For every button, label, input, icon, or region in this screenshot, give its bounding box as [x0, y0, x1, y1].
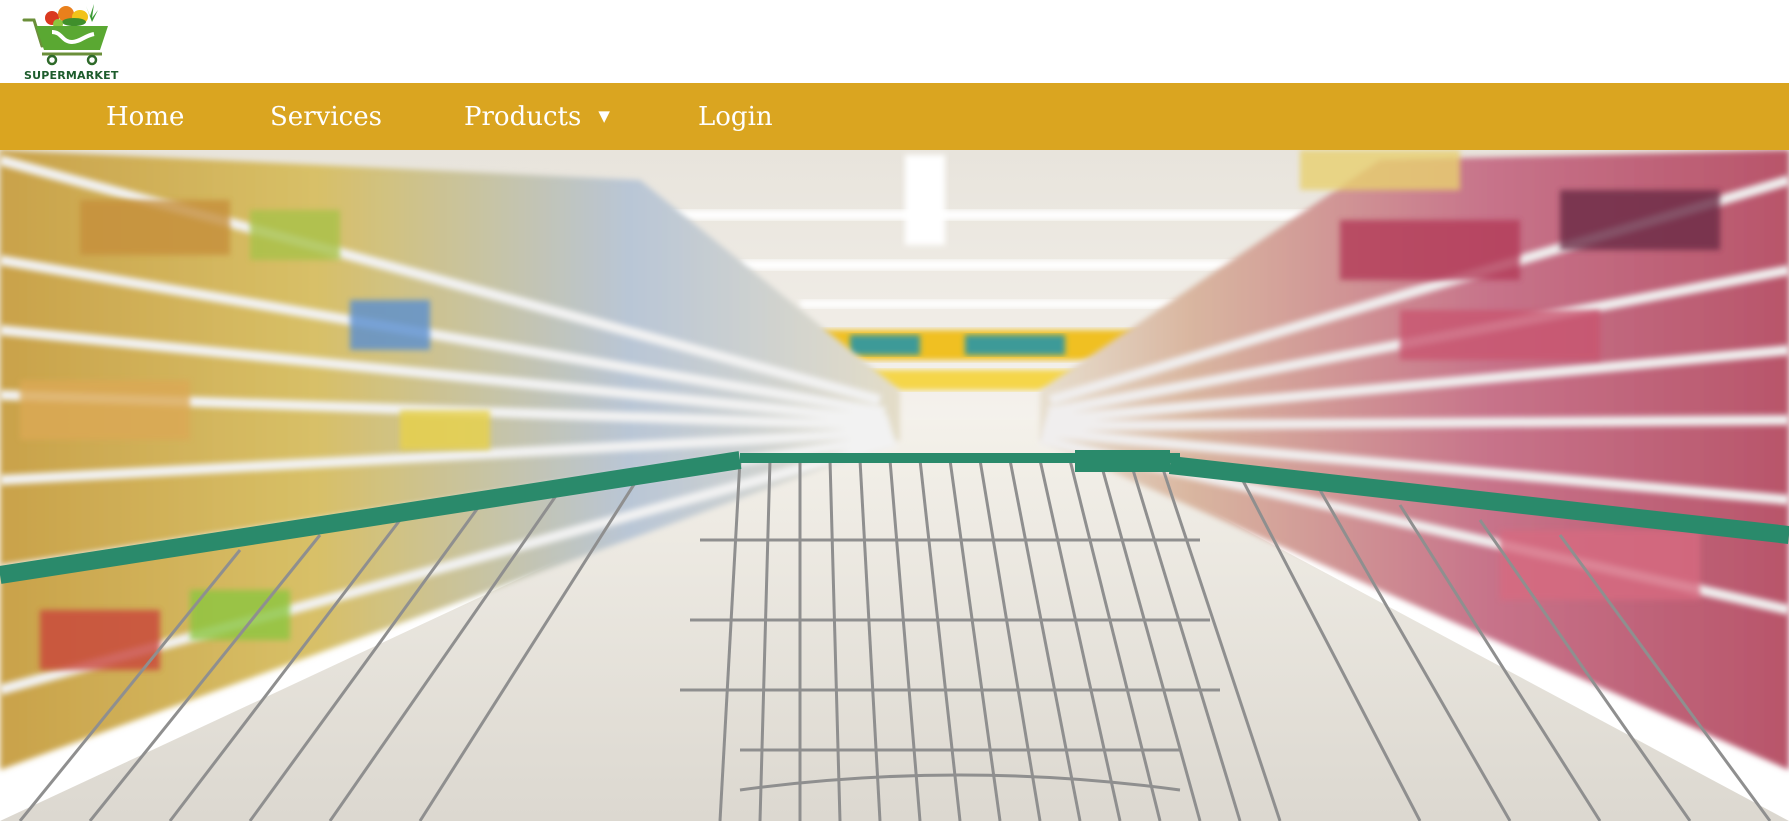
- nav-login-label: Login: [698, 101, 773, 132]
- nav-services-label: Services: [270, 101, 382, 132]
- nav-services-link[interactable]: Services: [270, 83, 382, 150]
- nav-products-label: Products: [464, 101, 582, 132]
- shopping-cart-icon: [22, 4, 108, 66]
- hero-image: [0, 150, 1789, 821]
- nav-home-label: Home: [106, 101, 185, 132]
- nav-home-link[interactable]: Home: [106, 83, 184, 150]
- logo[interactable]: SUPERMARKET: [22, 2, 119, 82]
- header: SUPERMARKET: [0, 0, 1789, 83]
- nav-bar: Home Services Products ▼ Login: [0, 83, 1789, 150]
- nav-login-link[interactable]: Login: [698, 83, 773, 150]
- logo-text: SUPERMARKET: [24, 69, 119, 82]
- triangle-down-icon: ▼: [598, 106, 610, 125]
- nav-products-dropdown[interactable]: Products ▼: [464, 83, 610, 150]
- supermarket-aisle-illustration: [0, 150, 1789, 821]
- page: SUPERMARKET Home Services Products ▼ Log…: [0, 0, 1789, 821]
